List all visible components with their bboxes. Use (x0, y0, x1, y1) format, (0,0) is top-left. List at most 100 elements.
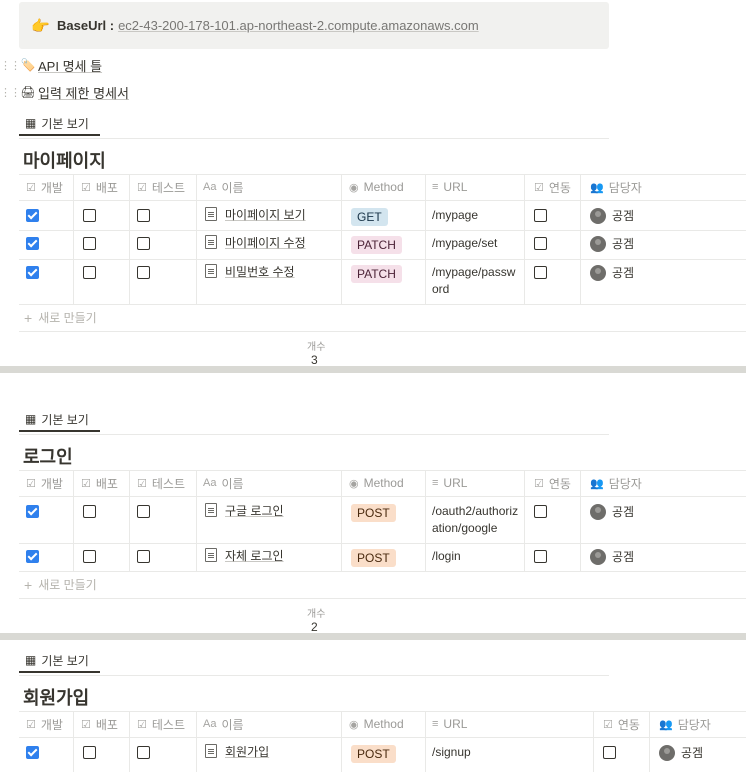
column-divider (524, 174, 525, 304)
new-row-border (19, 598, 746, 599)
checkbox-deploy[interactable] (83, 237, 96, 250)
column-header-url[interactable]: ≡ URL (432, 711, 467, 737)
checkbox-test[interactable] (137, 746, 150, 759)
column-header-test[interactable]: ☑ 테스트 (137, 711, 185, 737)
owner-cell[interactable]: 공겜 (590, 207, 634, 224)
column-header-deploy[interactable]: ☑ 배포 (81, 470, 118, 496)
column-header-deploy[interactable]: ☑ 배포 (81, 711, 118, 737)
database-title[interactable]: 회원가입 (23, 684, 89, 710)
owner-cell[interactable]: 공겜 (590, 548, 634, 565)
checkbox-test[interactable] (137, 266, 150, 279)
column-header-test[interactable]: ☑ 테스트 (137, 470, 185, 496)
owner-cell[interactable]: 공겜 (590, 235, 634, 252)
database-title[interactable]: 마이페이지 (23, 147, 106, 173)
checkbox-link[interactable] (534, 550, 547, 563)
row-name[interactable]: 구글 로그인 (205, 503, 284, 519)
column-header-test[interactable]: ☑ 테스트 (137, 174, 185, 200)
page-link-input-limit[interactable]: ⋮⋮ 🖨 입력 제한 명세서 (0, 81, 129, 103)
checkbox-deploy[interactable] (83, 266, 96, 279)
column-header-name[interactable]: Aa 이름 (203, 174, 244, 200)
url-cell[interactable]: /login (432, 548, 522, 565)
view-tab[interactable]: ▦ 기본 보기 (19, 408, 100, 432)
row-name[interactable]: 비밀번호 수정 (205, 264, 295, 280)
column-header-owner[interactable]: 👥 담당자 (590, 174, 642, 200)
base-url-link[interactable]: ec2-43-200-178-101.ap-northeast-2.comput… (118, 18, 479, 33)
checkbox-dev[interactable] (26, 266, 39, 279)
database-title[interactable]: 로그인 (23, 443, 73, 469)
page-link-api-spec[interactable]: ⋮⋮ 🏷️ API 명세 틀 (0, 54, 102, 76)
section-separator (0, 366, 746, 373)
row-name-text[interactable]: 구글 로그인 (225, 503, 284, 519)
column-header-deploy[interactable]: ☑ 배포 (81, 174, 118, 200)
checkbox-link[interactable] (534, 505, 547, 518)
row-name-text[interactable]: 회원가입 (225, 744, 269, 760)
column-header-label: 테스트 (151, 180, 185, 195)
column-header-name[interactable]: Aa 이름 (203, 470, 244, 496)
row-name[interactable]: 회원가입 (205, 744, 269, 760)
column-header-owner[interactable]: 👥 담당자 (659, 711, 711, 737)
checkbox-test[interactable] (137, 550, 150, 563)
row-name[interactable]: 마이페이지 보기 (205, 207, 306, 223)
checkbox-dev[interactable] (26, 746, 39, 759)
drag-handle-icon[interactable]: ⋮⋮ (0, 86, 21, 99)
row-name-text[interactable]: 비밀번호 수정 (225, 264, 295, 280)
url-cell[interactable]: /mypage (432, 207, 522, 224)
checkbox-deploy[interactable] (83, 505, 96, 518)
owner-cell[interactable]: 공겜 (659, 744, 703, 761)
checkbox-dev[interactable] (26, 505, 39, 518)
row-name[interactable]: 마이페이지 수정 (205, 235, 306, 251)
column-header-method[interactable]: ◉ Method (349, 174, 404, 200)
checkbox-deploy[interactable] (83, 550, 96, 563)
column-header-url[interactable]: ≡ URL (432, 470, 467, 496)
tab-divider (19, 675, 609, 676)
checkbox-deploy[interactable] (83, 209, 96, 222)
url-cell[interactable]: /mypage/set (432, 235, 522, 252)
column-header-link[interactable]: ☑ 연동 (603, 711, 640, 737)
checkbox-dev[interactable] (26, 209, 39, 222)
url-cell[interactable]: /oauth2/authorization/google (432, 503, 522, 537)
column-header-name[interactable]: Aa 이름 (203, 711, 244, 737)
row-name[interactable]: 자체 로그인 (205, 548, 284, 564)
checkbox-link[interactable] (603, 746, 616, 759)
checkbox-test[interactable] (137, 237, 150, 250)
column-header-label: 테스트 (151, 717, 185, 732)
column-header-label: URL (443, 180, 468, 194)
checkbox-link[interactable] (534, 237, 547, 250)
row-name-text[interactable]: 자체 로그인 (225, 548, 284, 564)
column-header-method[interactable]: ◉ Method (349, 470, 404, 496)
row-name-text[interactable]: 마이페이지 보기 (225, 207, 306, 223)
page-title-api-spec[interactable]: API 명세 틀 (38, 56, 102, 75)
view-tab[interactable]: ▦ 기본 보기 (19, 649, 100, 673)
checkbox-link[interactable] (534, 209, 547, 222)
checkbox-prop-icon: ☑ (26, 718, 36, 731)
checkbox-dev[interactable] (26, 550, 39, 563)
checkbox-link[interactable] (534, 266, 547, 279)
new-row-button[interactable]: + 새로 만들기 (24, 309, 97, 326)
column-header-dev[interactable]: ☑ 개발 (26, 711, 63, 737)
text-prop-icon: Aa (203, 718, 217, 730)
column-header-owner[interactable]: 👥 담당자 (590, 470, 642, 496)
checkbox-deploy[interactable] (83, 746, 96, 759)
row-border (19, 304, 746, 305)
checkbox-dev[interactable] (26, 237, 39, 250)
column-header-dev[interactable]: ☑ 개발 (26, 174, 63, 200)
url-cell[interactable]: /signup (432, 744, 522, 761)
row-count-label: 개수 (307, 342, 326, 353)
drag-handle-icon[interactable]: ⋮⋮ (0, 59, 21, 72)
checkbox-test[interactable] (137, 505, 150, 518)
column-header-link[interactable]: ☑ 연동 (534, 174, 571, 200)
table-icon: ▦ (25, 412, 37, 426)
view-tab[interactable]: ▦ 기본 보기 (19, 112, 100, 136)
column-header-url[interactable]: ≡ URL (432, 174, 467, 200)
column-header-link[interactable]: ☑ 연동 (534, 470, 571, 496)
owner-cell[interactable]: 공겜 (590, 264, 634, 281)
column-divider (425, 470, 426, 571)
page-title-input-limit[interactable]: 입력 제한 명세서 (38, 83, 129, 102)
new-row-button[interactable]: + 새로 만들기 (24, 576, 97, 593)
row-name-text[interactable]: 마이페이지 수정 (225, 235, 306, 251)
owner-cell[interactable]: 공겜 (590, 503, 634, 520)
url-cell[interactable]: /mypage/password (432, 264, 522, 298)
column-header-dev[interactable]: ☑ 개발 (26, 470, 63, 496)
column-header-method[interactable]: ◉ Method (349, 711, 404, 737)
checkbox-test[interactable] (137, 209, 150, 222)
